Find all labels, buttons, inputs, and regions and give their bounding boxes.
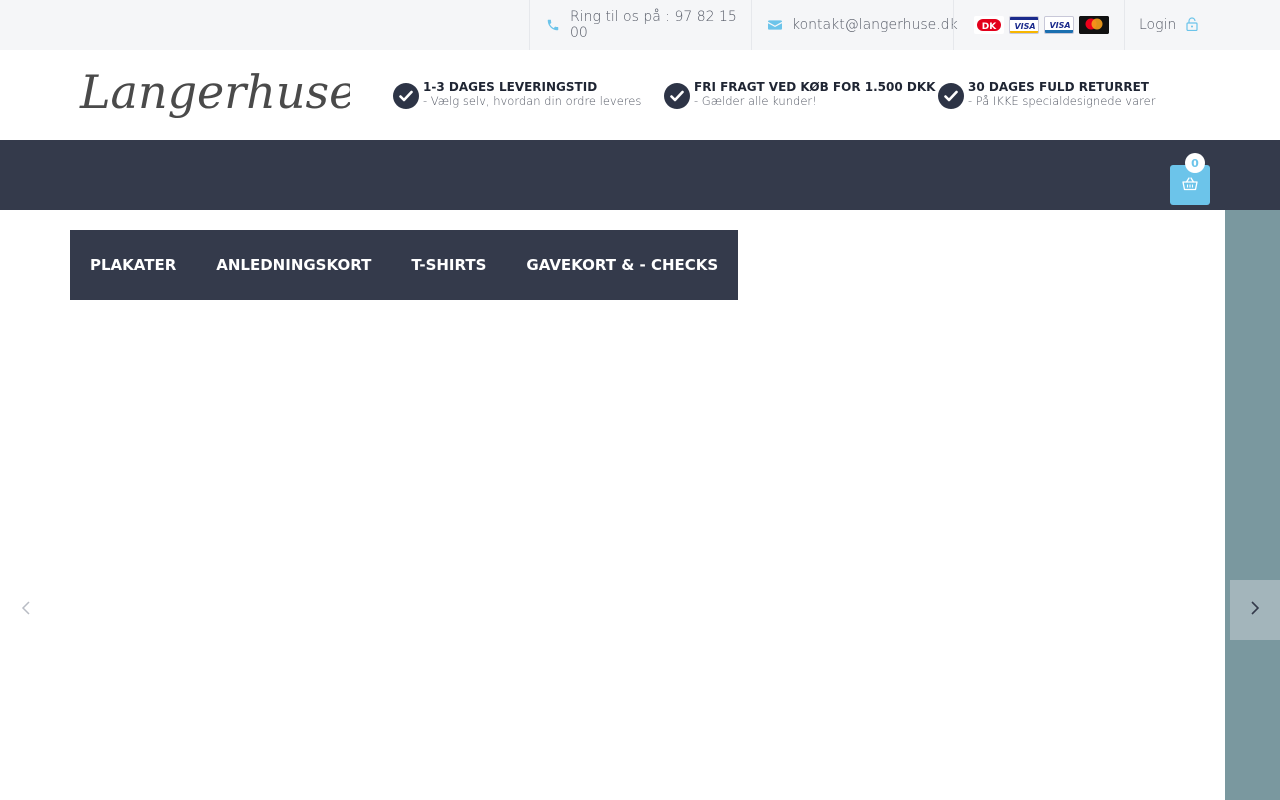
svg-text:DK: DK bbox=[982, 22, 997, 32]
phone-icon bbox=[546, 18, 560, 32]
menu-item-plakater[interactable]: PLAKATER bbox=[90, 256, 176, 274]
slider-prev-button[interactable] bbox=[14, 598, 38, 622]
check-circle-icon bbox=[664, 83, 690, 109]
usp-subtitle: - Vælg selv, hvordan din ordre leveres bbox=[423, 94, 642, 108]
visa-electron-icon: VISA bbox=[1044, 16, 1074, 34]
usp-title: FRI FRAGT VED KØB FOR 1.500 DKK bbox=[694, 80, 936, 94]
usp-delivery: 1-3 DAGES LEVERINGSTID - Vælg selv, hvor… bbox=[393, 80, 641, 109]
check-circle-icon bbox=[393, 83, 419, 109]
payment-methods: DK VISA VISA bbox=[953, 0, 1124, 50]
usp-subtitle: - Gælder alle kunder! bbox=[694, 94, 817, 108]
menu-item-anledningskort[interactable]: ANLEDNINGSKORT bbox=[216, 256, 371, 274]
cart-count-badge: 0 bbox=[1185, 153, 1205, 173]
logo-text: Langerhuse bbox=[79, 65, 350, 119]
slider-next-button[interactable] bbox=[1230, 580, 1280, 640]
cart-button[interactable]: 0 bbox=[1170, 153, 1210, 205]
login-text: Login bbox=[1139, 17, 1177, 33]
chevron-right-icon bbox=[1250, 600, 1260, 620]
usp-free-shipping: FRI FRAGT VED KØB FOR 1.500 DKK - Gælder… bbox=[664, 80, 935, 109]
svg-text:VISA: VISA bbox=[1049, 21, 1070, 30]
phone-contact[interactable]: Ring til os på : 97 82 15 00 bbox=[529, 0, 751, 50]
mastercard-icon bbox=[1079, 16, 1109, 34]
site-header: Langerhuse 1-3 DAGES LEVERINGSTID - Vælg… bbox=[0, 50, 1280, 140]
phone-text: Ring til os på : 97 82 15 00 bbox=[570, 9, 737, 41]
visa-icon: VISA bbox=[1009, 16, 1039, 34]
unlock-icon bbox=[1186, 16, 1198, 35]
basket-icon bbox=[1182, 176, 1198, 195]
main-nav-bar: 0 bbox=[0, 140, 1280, 210]
top-utility-bar: Ring til os på : 97 82 15 00 kontakt@lan… bbox=[0, 0, 1280, 50]
svg-text:VISA: VISA bbox=[1014, 22, 1035, 31]
slider-next-slide-preview bbox=[1225, 210, 1280, 800]
site-logo[interactable]: Langerhuse bbox=[78, 62, 356, 128]
email-contact[interactable]: kontakt@langerhuse.dk bbox=[751, 0, 958, 50]
usp-title: 1-3 DAGES LEVERINGSTID bbox=[423, 80, 598, 94]
login-link[interactable]: Login bbox=[1124, 0, 1280, 50]
menu-item-gavekort[interactable]: GAVEKORT & - CHECKS bbox=[526, 256, 718, 274]
usp-subtitle: - På IKKE specialdesignede varer bbox=[968, 94, 1156, 108]
chevron-left-icon bbox=[21, 600, 31, 620]
email-text: kontakt@langerhuse.dk bbox=[792, 17, 958, 33]
check-circle-icon bbox=[938, 83, 964, 109]
menu-item-t-shirts[interactable]: T-SHIRTS bbox=[411, 256, 486, 274]
envelope-icon bbox=[768, 19, 782, 31]
usp-returns: 30 DAGES FULD RETURRET - På IKKE special… bbox=[938, 80, 1155, 109]
category-menu: PLAKATER ANLEDNINGSKORT T-SHIRTS GAVEKOR… bbox=[70, 230, 739, 300]
dankort-icon: DK bbox=[974, 16, 1004, 34]
usp-title: 30 DAGES FULD RETURRET bbox=[968, 80, 1149, 94]
